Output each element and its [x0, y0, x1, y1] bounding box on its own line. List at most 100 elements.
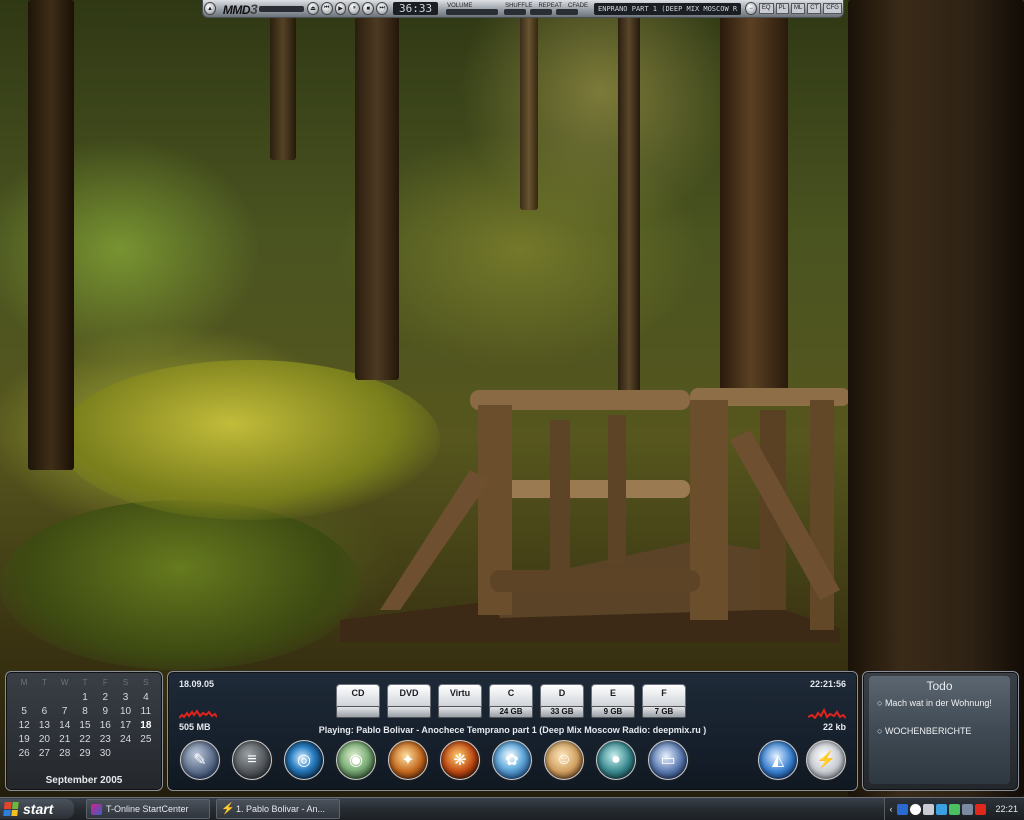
calendar-day[interactable]: 7 — [55, 705, 75, 718]
player-tab-eq[interactable]: EQ — [758, 3, 774, 14]
start-button[interactable]: start — [0, 799, 74, 819]
drive-e[interactable]: E9 GB — [591, 684, 635, 718]
volume-slider[interactable] — [446, 8, 499, 15]
play-icon[interactable]: ▶ — [334, 2, 347, 15]
repeat-toggle[interactable] — [530, 8, 553, 15]
minus-icon[interactable]: − — [745, 2, 757, 15]
task-button-player[interactable]: ⚡ 1. Pablo Bolivar - An... — [216, 799, 340, 819]
calendar-day[interactable]: 9 — [95, 705, 115, 718]
chevron-up-icon[interactable]: ▲ — [204, 2, 216, 15]
lightning-app-icon[interactable]: ⚡ — [806, 740, 846, 780]
calendar-weekday: F — [102, 678, 108, 687]
calendar-day[interactable]: 16 — [95, 719, 115, 732]
calendar-day[interactable]: 17 — [115, 719, 135, 732]
calendar-weekday: W — [60, 678, 69, 687]
calendar-day[interactable]: 28 — [55, 747, 75, 760]
clock-tray-icon[interactable] — [910, 803, 922, 815]
next-icon[interactable]: ⏭ — [376, 2, 388, 15]
equalizer-app-icon[interactable]: ≡ — [232, 740, 272, 780]
calendar-day[interactable]: 4 — [136, 691, 156, 704]
calendar-day[interactable]: 21 — [55, 733, 75, 746]
calendar-day[interactable]: 2 — [95, 691, 115, 704]
wallpaper-tree — [28, 0, 74, 470]
calendar-weekday: T — [82, 678, 88, 687]
settings-tray-icon[interactable] — [923, 803, 935, 815]
now-playing-text: Playing: Pablo Bolivar - Anochece Tempra… — [318, 725, 707, 735]
security-tray-icon[interactable] — [949, 803, 961, 815]
shuffle-toggle[interactable] — [504, 8, 527, 15]
calendar-day — [136, 747, 156, 760]
calendar-day[interactable]: 23 — [95, 733, 115, 746]
playback-options: SHUFFLE REPEAT CFADE — [502, 3, 591, 15]
player-tab-ct[interactable]: CT — [807, 3, 822, 14]
drive-dvd[interactable]: DVD — [387, 684, 431, 718]
drive-f[interactable]: F7 GB — [642, 684, 686, 718]
calendar-day — [115, 747, 135, 760]
calendar-day[interactable]: 30 — [95, 747, 115, 760]
stop-icon[interactable]: ■ — [362, 2, 375, 15]
clock-display: 22:21:56 — [809, 679, 846, 689]
volume-control[interactable]: VOLUME — [444, 3, 500, 15]
track-title-display: ENPRANO PART 1 (DEEP MIX MOSCOW R — [594, 2, 742, 15]
antivirus-tray-icon[interactable] — [975, 803, 987, 815]
eject-icon[interactable]: ⏏ — [307, 2, 319, 15]
todo-panel: Todo ○ Mach wat in der Wohnung! ○ WOCHEN… — [869, 676, 1010, 784]
calendar-day[interactable]: 5 — [14, 705, 34, 718]
volume-tray-icon[interactable] — [962, 803, 974, 815]
drive-cd[interactable]: CD — [336, 684, 380, 718]
network-app-icon[interactable]: ◭ — [758, 740, 798, 780]
player-tab-pl[interactable]: PL — [775, 3, 789, 14]
globe-browser-icon[interactable]: ◎ — [284, 740, 324, 780]
drive-c[interactable]: C 24 GB — [489, 684, 533, 718]
tonline-icon — [91, 803, 102, 815]
wallpaper-tree — [355, 0, 399, 380]
todo-item[interactable]: ○ WOCHENBERICHTE — [877, 726, 971, 736]
calendar-day[interactable]: 29 — [75, 747, 95, 760]
calendar-day[interactable]: 12 — [14, 719, 34, 732]
portrait-app-icon[interactable]: ☺ — [544, 740, 584, 780]
todo-item[interactable]: ○ Mach wat in der Wohnung! — [877, 698, 992, 708]
media-app-icon[interactable]: ✦ — [388, 740, 428, 780]
seek-bar[interactable] — [259, 5, 304, 12]
calendar-day[interactable]: 19 — [14, 733, 34, 746]
calendar-day[interactable]: 11 — [136, 705, 156, 718]
fire-app-icon[interactable]: ❋ — [440, 740, 480, 780]
calendar-day[interactable]: 27 — [34, 747, 54, 760]
wallpaper-bridge — [340, 388, 850, 642]
calendar-day[interactable]: 13 — [34, 719, 54, 732]
calendar-day[interactable]: 14 — [55, 719, 75, 732]
calendar-day[interactable]: 20 — [34, 733, 54, 746]
monitor-app-icon[interactable]: ▭ — [648, 740, 688, 780]
calendar-day[interactable]: 26 — [14, 747, 34, 760]
calendar-day[interactable]: 3 — [115, 691, 135, 704]
messenger-flower-icon[interactable]: ✿ — [492, 740, 532, 780]
player-tab-cfg[interactable]: CFG — [823, 3, 842, 14]
app-launcher-icon[interactable]: ✎ — [180, 740, 220, 780]
calendar-widget: M T W T F S S 1 2 3 4 5 6 7 8 9 10 11 12 13 14 15 16 17 18 19 20 21… — [5, 671, 163, 791]
player-logo: MMD3 — [222, 0, 258, 17]
pause-icon[interactable]: ⏸ — [348, 2, 361, 15]
calendar-day[interactable]: 1 — [75, 691, 95, 704]
calendar-day[interactable]: 22 — [75, 733, 95, 746]
calendar-day[interactable]: 24 — [115, 733, 135, 746]
player-tab-ml[interactable]: ML — [790, 3, 806, 14]
network-tray-icon[interactable] — [897, 803, 909, 815]
tray-expand-icon[interactable]: ‹ — [889, 804, 892, 814]
disc-app-icon[interactable]: ◉ — [336, 740, 376, 780]
messenger-tray-icon[interactable] — [936, 803, 948, 815]
volume-label: VOLUME — [447, 2, 473, 9]
calendar-day — [55, 691, 75, 704]
calendar-month: September 2005 — [45, 775, 123, 786]
calendar-day[interactable]: 10 — [115, 705, 135, 718]
previous-icon[interactable]: ⏮ — [320, 2, 333, 15]
calendar-day[interactable]: 25 — [136, 733, 156, 746]
crossfade-toggle[interactable] — [556, 8, 579, 15]
calendar-day[interactable]: 6 — [34, 705, 54, 718]
calendar-day[interactable]: 15 — [75, 719, 95, 732]
drive-d[interactable]: D 33 GB — [540, 684, 584, 718]
drive-virtual[interactable]: Virtu — [438, 684, 482, 718]
task-button-tonline[interactable]: T-Online StartCenter — [86, 799, 210, 819]
calendar-day[interactable]: 8 — [75, 705, 95, 718]
calendar-today[interactable]: 18 — [136, 719, 156, 732]
orb-app-icon[interactable]: ● — [596, 740, 636, 780]
